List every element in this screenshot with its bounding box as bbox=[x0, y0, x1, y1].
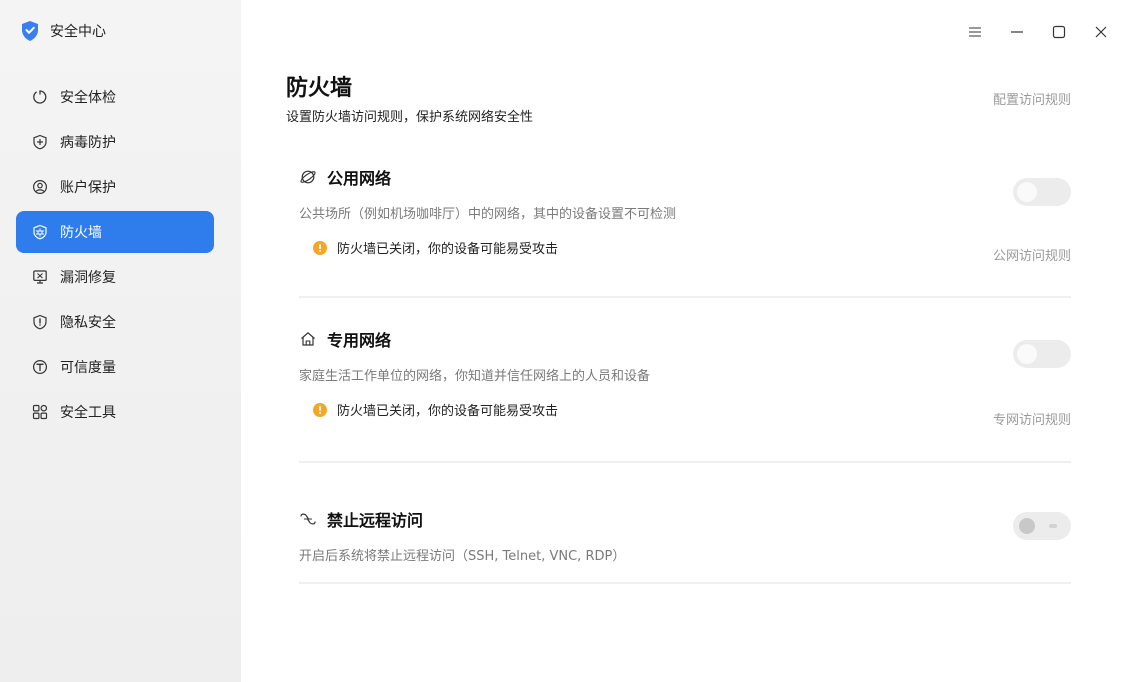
vulnerability-icon bbox=[32, 269, 48, 285]
sidebar-item-trust-measurement[interactable]: 可信度量 bbox=[16, 346, 214, 388]
home-icon bbox=[299, 330, 317, 348]
planet-icon bbox=[299, 168, 317, 186]
sidebar-nav: 安全体检 病毒防护 账户保护 防火墙 漏洞修复 隐私安全 可信度量 安全工具 bbox=[16, 76, 214, 436]
sidebar-item-account-protection[interactable]: 账户保护 bbox=[16, 166, 214, 208]
public-network-header: 公用网络 bbox=[299, 165, 1071, 189]
sidebar-item-firewall[interactable]: 防火墙 bbox=[16, 211, 214, 253]
sidebar: 安全中心 安全体检 病毒防护 账户保护 防火墙 漏洞修复 隐私安全 可信度量 安… bbox=[0, 0, 241, 682]
trust-icon bbox=[32, 359, 48, 375]
app-title: 安全中心 bbox=[20, 20, 106, 42]
remote-access-section: 禁止远程访问 开启后系统将禁止远程访问（SSH, Telnet, VNC, RD… bbox=[299, 507, 1071, 564]
main-content: 防火墙 设置防火墙访问规则，保护系统网络安全性 配置访问规则 公用网络 公共场所… bbox=[241, 0, 1121, 682]
page-title: 防火墙 bbox=[286, 76, 353, 101]
remote-access-description: 开启后系统将禁止远程访问（SSH, Telnet, VNC, RDP） bbox=[299, 549, 626, 564]
page-subtitle: 设置防火墙访问规则，保护系统网络安全性 bbox=[286, 110, 534, 125]
public-network-toggle[interactable] bbox=[1013, 178, 1071, 206]
privacy-icon bbox=[32, 314, 48, 330]
warning-text: 防火墙已关闭，你的设备可能易受攻击 bbox=[337, 404, 559, 419]
account-icon bbox=[32, 179, 48, 195]
sidebar-item-checkup[interactable]: 安全体检 bbox=[16, 76, 214, 118]
toggle-knob bbox=[1017, 182, 1037, 202]
toggle-indicator bbox=[1049, 524, 1057, 528]
configure-access-rules-link[interactable]: 配置访问规则 bbox=[993, 89, 1071, 108]
divider bbox=[299, 461, 1071, 463]
remote-access-title: 禁止远程访问 bbox=[327, 511, 424, 530]
tools-icon bbox=[32, 404, 48, 420]
toggle-knob bbox=[1017, 344, 1037, 364]
sidebar-item-label: 可信度量 bbox=[60, 360, 116, 376]
public-network-section: 公用网络 公共场所（例如机场咖啡厅）中的网络，其中的设备设置不可检测 防火墙已关… bbox=[299, 165, 1071, 264]
firewall-icon bbox=[32, 224, 48, 240]
virus-shield-icon bbox=[32, 134, 48, 150]
warning-icon bbox=[313, 402, 327, 417]
shield-logo-icon bbox=[22, 21, 38, 41]
private-network-header: 专用网络 bbox=[299, 327, 1071, 351]
sidebar-item-label: 安全工具 bbox=[60, 405, 116, 421]
private-network-rules-link[interactable]: 专网访问规则 bbox=[993, 409, 1071, 428]
private-network-toggle[interactable] bbox=[1013, 340, 1071, 368]
private-network-title: 专用网络 bbox=[327, 331, 392, 350]
app-name: 安全中心 bbox=[50, 24, 106, 40]
sidebar-item-privacy[interactable]: 隐私安全 bbox=[16, 301, 214, 343]
public-network-title: 公用网络 bbox=[327, 169, 392, 188]
public-network-description: 公共场所（例如机场咖啡厅）中的网络，其中的设备设置不可检测 bbox=[299, 207, 677, 222]
warning-icon bbox=[313, 240, 327, 255]
sidebar-item-label: 隐私安全 bbox=[60, 315, 116, 331]
warning-text: 防火墙已关闭，你的设备可能易受攻击 bbox=[337, 242, 559, 257]
sidebar-item-virus-protection[interactable]: 病毒防护 bbox=[16, 121, 214, 163]
checkup-icon bbox=[32, 89, 48, 105]
remote-access-toggle[interactable] bbox=[1013, 512, 1071, 540]
divider bbox=[299, 296, 1071, 298]
public-network-rules-link[interactable]: 公网访问规则 bbox=[993, 245, 1071, 264]
toggle-knob bbox=[1019, 518, 1035, 534]
remote-link-icon bbox=[299, 510, 317, 528]
remote-access-header: 禁止远程访问 bbox=[299, 507, 1071, 531]
private-network-warning: 防火墙已关闭，你的设备可能易受攻击 bbox=[299, 400, 1071, 419]
sidebar-item-security-tools[interactable]: 安全工具 bbox=[16, 391, 214, 433]
sidebar-item-label: 漏洞修复 bbox=[60, 270, 116, 286]
sidebar-item-vulnerability-fix[interactable]: 漏洞修复 bbox=[16, 256, 214, 298]
public-network-warning: 防火墙已关闭，你的设备可能易受攻击 bbox=[299, 238, 1071, 257]
sidebar-item-label: 防火墙 bbox=[60, 225, 102, 241]
sidebar-item-label: 账户保护 bbox=[60, 180, 116, 196]
private-network-description: 家庭生活工作单位的网络，你知道并信任网络上的人员和设备 bbox=[299, 369, 651, 384]
private-network-section: 专用网络 家庭生活工作单位的网络，你知道并信任网络上的人员和设备 防火墙已关闭，… bbox=[299, 327, 1071, 428]
sidebar-item-label: 安全体检 bbox=[60, 90, 116, 106]
sidebar-item-label: 病毒防护 bbox=[60, 135, 116, 151]
divider bbox=[299, 582, 1071, 584]
